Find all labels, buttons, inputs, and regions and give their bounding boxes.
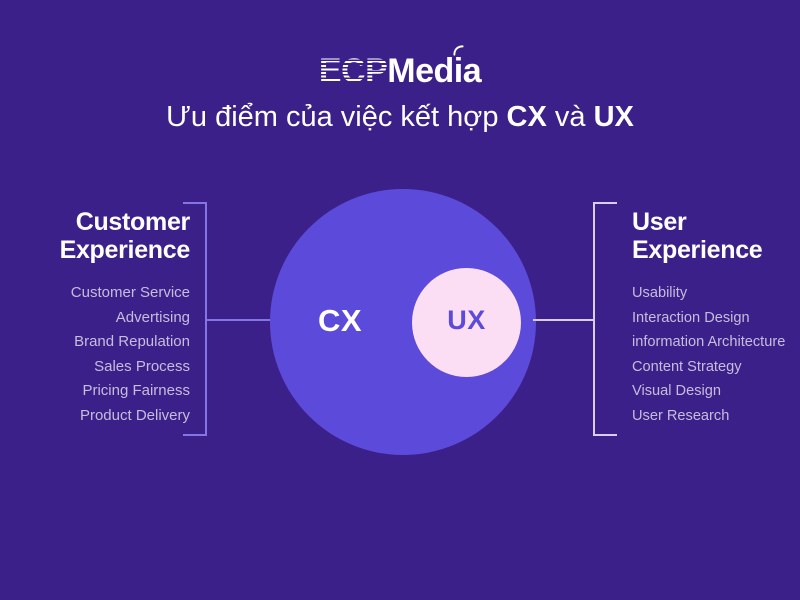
user-experience-title: User Experience [632, 208, 800, 264]
right-connector-line [533, 319, 595, 321]
right-bracket-bottom-arm [593, 434, 617, 436]
page-subtitle: Ưu điểm của việc kết hợp CX và UX [0, 99, 800, 135]
subtitle-text-before: Ưu điểm của việc kết hợp [166, 101, 507, 133]
list-item: Pricing Fairness [82, 382, 190, 399]
user-experience-list: Usability Interaction Design information… [632, 281, 800, 428]
customer-experience-column: Customer Experience Customer Service Adv… [20, 208, 191, 428]
user-experience-title-line-1: User [632, 208, 687, 236]
list-item: Visual Design [632, 383, 721, 399]
logo-media-text: Media [387, 45, 482, 90]
right-bracket-top-arm [593, 202, 617, 204]
list-item: Sales Process [94, 357, 190, 375]
subtitle-bold-ux: UX [593, 101, 634, 133]
customer-experience-title-line-1: Customer [75, 208, 191, 236]
list-item: information Architecture [632, 334, 786, 350]
list-item: Brand Repulation [74, 333, 190, 350]
logo-ecp-text: ECP [318, 52, 388, 90]
brand-logo: ECPMedia [0, 45, 800, 90]
user-experience-title-line-2: Experience [632, 236, 763, 264]
customer-experience-title-line-2: Experience [59, 236, 191, 264]
customer-experience-title: Customer Experience [20, 208, 191, 264]
left-bracket [183, 202, 207, 436]
list-item: User Research [632, 407, 730, 424]
left-bracket-top-arm [183, 202, 207, 204]
list-item: Usability [632, 285, 688, 301]
list-item: Advertising [115, 308, 190, 326]
right-bracket-spine [593, 202, 595, 436]
subtitle-text-middle: và [546, 101, 594, 133]
list-item: Content Strategy [632, 358, 742, 375]
subtitle-bold-cx: CX [506, 101, 547, 133]
list-item: Product Delivery [79, 406, 190, 424]
user-experience-column: User Experience Usability Interaction De… [632, 208, 800, 428]
list-item: Interaction Design [632, 309, 750, 326]
left-bracket-bottom-arm [183, 434, 207, 436]
customer-experience-list: Customer Service Advertising Brand Repul… [20, 281, 190, 428]
list-item: Customer Service [70, 284, 190, 301]
right-bracket [593, 202, 617, 436]
left-connector-line [205, 319, 273, 321]
infographic-canvas: ECPMedia Ưu điểm của việc kết hợp CX và … [0, 0, 800, 600]
logo-media-label: Media [387, 52, 482, 90]
cx-circle-label: CX [317, 303, 363, 338]
ux-circle-label: UX [447, 305, 486, 335]
